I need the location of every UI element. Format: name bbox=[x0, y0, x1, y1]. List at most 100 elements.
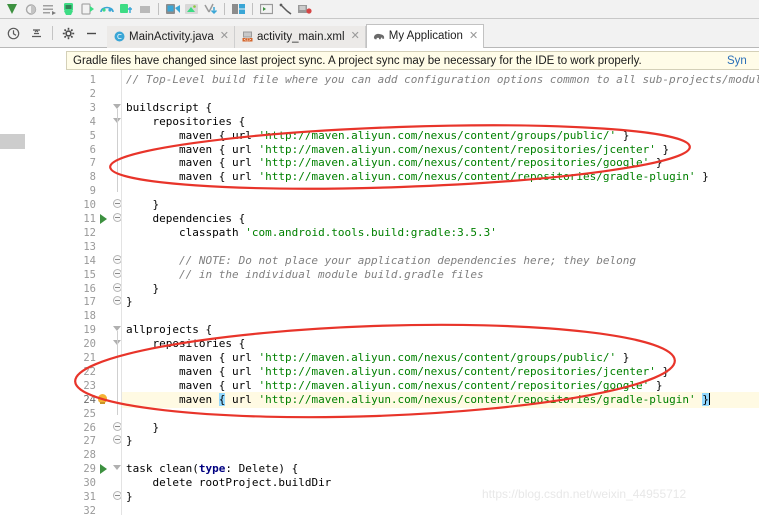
search-everywhere-icon[interactable] bbox=[277, 2, 294, 17]
project-structure-icon[interactable] bbox=[230, 2, 247, 17]
code-text: maven { url bbox=[178, 170, 259, 184]
svg-text:</>: </> bbox=[243, 37, 251, 42]
code-string-literal: 'http://maven.aliyun.com/nexus/content/g… bbox=[258, 351, 617, 364]
code-text: } bbox=[649, 156, 663, 170]
code-string-literal: 'http://maven.aliyun.com/nexus/content/g… bbox=[258, 128, 617, 142]
line-number: 21 bbox=[83, 352, 96, 364]
code-text: task clean( bbox=[126, 462, 199, 476]
matching-bracket: } bbox=[702, 392, 709, 406]
code-string-literal: 'http://maven.aliyun.com/nexus/content/r… bbox=[258, 156, 650, 170]
code-text: classpath bbox=[178, 225, 246, 239]
code-string-literal: 'http://maven.aliyun.com/nexus/content/r… bbox=[258, 364, 656, 378]
gradle-sync-notification: Gradle files have changed since last pro… bbox=[66, 51, 759, 70]
line-number: 19 bbox=[83, 324, 96, 337]
line-number-gutter[interactable]: 1 2 3 4 5 6 7 8 9 10 11 12 13 14 15 16 17 18 19 20 21 22 23 24 2… bbox=[66, 70, 122, 515]
code-text: } bbox=[152, 420, 160, 434]
run-gutter-arrow-icon[interactable] bbox=[100, 464, 107, 475]
line-number: 27 bbox=[83, 435, 96, 448]
avd-manager-icon[interactable] bbox=[79, 2, 96, 17]
hide-panel-icon[interactable] bbox=[82, 24, 101, 42]
toolbar-separator-1 bbox=[158, 3, 159, 15]
avd-manager-2-icon[interactable] bbox=[164, 2, 181, 17]
line-number: 4 bbox=[89, 115, 96, 128]
code-text: maven { url bbox=[178, 142, 259, 156]
sync-now-link[interactable]: Syn bbox=[727, 55, 753, 67]
line-number: 22 bbox=[83, 365, 96, 378]
stop-icon[interactable] bbox=[41, 2, 58, 17]
line-number: 1 bbox=[89, 74, 96, 86]
terminal-icon[interactable] bbox=[258, 2, 275, 17]
line-number: 32 bbox=[83, 504, 96, 515]
line-number: 7 bbox=[89, 157, 96, 170]
tab-activity-main-xml[interactable]: </> activity_main.xml ✕ bbox=[235, 25, 366, 48]
line-number: 29 bbox=[83, 463, 96, 476]
code-text: } bbox=[126, 295, 133, 309]
line-number: 16 bbox=[83, 282, 96, 295]
left-selection-block bbox=[0, 134, 25, 149]
code-text: } bbox=[126, 490, 133, 503]
line-number: 11 bbox=[83, 213, 96, 225]
line-number: 28 bbox=[83, 449, 96, 462]
line-number: 18 bbox=[83, 310, 96, 323]
history-icon[interactable] bbox=[4, 24, 23, 42]
code-comment: // NOTE: Do not place your application d… bbox=[178, 253, 636, 267]
code-text: } bbox=[616, 351, 630, 364]
code-text: maven { url bbox=[178, 364, 259, 378]
gradle-elephant-icon bbox=[373, 30, 385, 42]
java-class-icon: C bbox=[113, 31, 125, 43]
tab-my-application[interactable]: My Application ✕ bbox=[365, 23, 485, 48]
gutter-line[interactable]: 32 bbox=[66, 503, 122, 515]
tab-label: activity_main.xml bbox=[257, 30, 345, 43]
tab-label: MainActivity.java bbox=[129, 30, 214, 43]
editor-tabs-bar: C MainActivity.java ✕ </> activity_main.… bbox=[0, 19, 759, 48]
code-editor[interactable]: 1 2 3 4 5 6 7 8 9 10 11 12 13 14 15 16 17 18 19 20 21 22 23 24 2… bbox=[66, 70, 759, 515]
code-content[interactable]: // Top-Level build file where you can ad… bbox=[122, 70, 759, 515]
sync-project-gradle-icon[interactable] bbox=[60, 2, 77, 17]
watermark-text: https://blog.csdn.net/weixin_44955712 bbox=[482, 487, 687, 501]
line-number: 5 bbox=[89, 129, 96, 142]
layout-inspector-icon[interactable] bbox=[117, 2, 134, 17]
run-icon[interactable] bbox=[3, 2, 20, 17]
debug-icon[interactable] bbox=[22, 2, 39, 17]
code-line[interactable] bbox=[122, 503, 759, 515]
line-number: 13 bbox=[83, 240, 96, 253]
gear-icon[interactable] bbox=[59, 24, 78, 42]
profiler-icon[interactable] bbox=[98, 2, 115, 17]
line-number: 6 bbox=[89, 143, 96, 156]
navbar-separator bbox=[52, 26, 53, 40]
code-text: } bbox=[655, 142, 670, 156]
code-text: } bbox=[126, 434, 133, 448]
code-text: buildscript { bbox=[126, 100, 213, 114]
close-icon[interactable]: ✕ bbox=[220, 31, 229, 42]
line-number: 12 bbox=[83, 226, 96, 239]
close-icon[interactable]: ✕ bbox=[351, 31, 360, 42]
code-text: maven { url bbox=[178, 156, 259, 170]
left-gutter-strip bbox=[0, 49, 66, 515]
code-text: url bbox=[225, 392, 259, 406]
intention-bulb-icon[interactable] bbox=[98, 393, 107, 404]
line-number: 24 bbox=[83, 393, 96, 406]
line-number: 2 bbox=[89, 87, 96, 100]
fold-collapse-icon[interactable] bbox=[113, 465, 121, 471]
close-icon[interactable]: ✕ bbox=[469, 30, 478, 42]
code-text: } bbox=[695, 170, 709, 184]
code-comment: // Top-Level build file where you can ad… bbox=[126, 73, 759, 86]
collapse-all-icon[interactable] bbox=[27, 24, 46, 42]
settings-icon[interactable] bbox=[296, 2, 313, 17]
sdk-update-icon[interactable] bbox=[202, 2, 219, 17]
apk-analyzer-icon[interactable] bbox=[136, 2, 153, 17]
code-text: } bbox=[649, 378, 663, 392]
code-string-literal: 'http://maven.aliyun.com/nexus/content/r… bbox=[258, 142, 656, 156]
tab-mainactivity-java[interactable]: C MainActivity.java ✕ bbox=[107, 25, 236, 48]
line-number: 9 bbox=[89, 185, 96, 198]
device-file-explorer-icon[interactable] bbox=[183, 2, 200, 17]
run-gutter-arrow-icon[interactable] bbox=[100, 214, 107, 224]
android-studio-window: C MainActivity.java ✕ </> activity_main.… bbox=[0, 0, 759, 515]
